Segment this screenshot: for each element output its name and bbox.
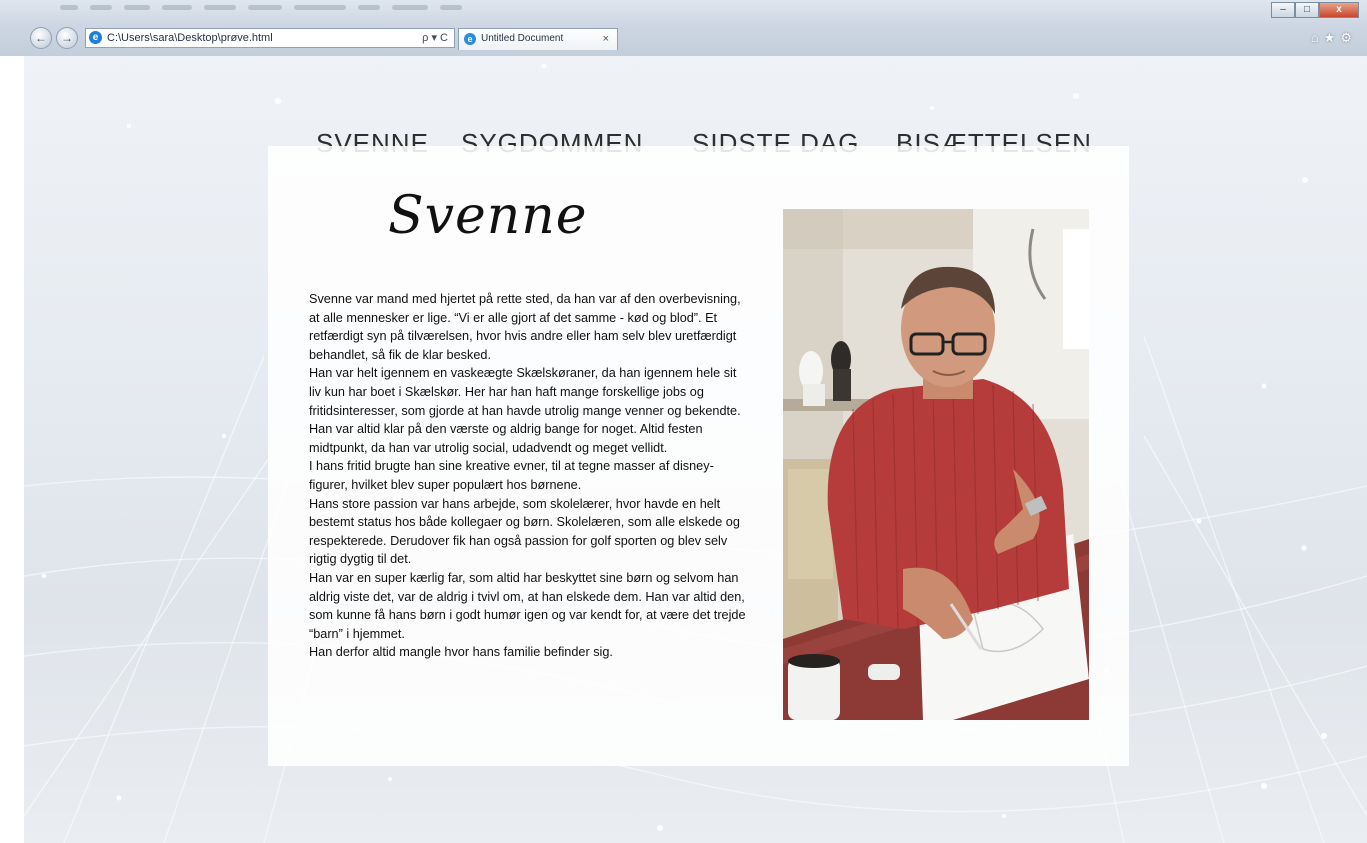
address-url: C:\Users\sara\Desktop\prøve.html [107,32,273,44]
browser-chrome: ← → e C:\Users\sara\Desktop\prøve.html ρ… [0,0,1367,56]
search-refresh-icons[interactable]: ρ ▾ C [422,29,448,47]
forward-button[interactable]: → [56,27,78,49]
bio-paragraph: Han derfor altid mangle hvor hans famili… [309,645,613,660]
tab-title: Untitled Document [481,33,564,44]
biography-text: Svenne var mand med hjertet på rette ste… [309,290,749,662]
portrait-illustration [783,209,1089,720]
bio-paragraph: Han var altid klar på den værste og aldr… [309,422,703,455]
tab-untitled-document[interactable]: e Untitled Document × [458,28,618,50]
minimize-button[interactable]: – [1271,2,1295,18]
menu-bar [60,5,480,17]
close-button[interactable]: x [1319,2,1359,18]
bio-paragraph: Han var en super kærlig far, som altid h… [309,570,746,641]
back-button[interactable]: ← [30,27,52,49]
back-icon: ← [35,31,47,45]
page-heading: Svenne [388,186,588,246]
tab-close-icon[interactable]: × [603,29,609,49]
content-panel: Svenne Svenne var mand med hjertet på re… [268,146,1129,766]
window-controls: – □ x [1271,2,1359,18]
maximize-button[interactable]: □ [1295,2,1319,18]
ie-tab-icon: e [464,33,476,45]
bio-paragraph: Han var helt igennem en vaskeægte Skælsk… [309,366,741,418]
web-page: SVENNE SYGDOMMEN SIDSTE DAG BISÆTTELSEN … [24,56,1367,843]
bio-paragraph: I hans fritid brugte han sine kreative e… [309,459,714,492]
bio-paragraph: Svenne var mand med hjertet på rette ste… [309,292,741,362]
home-favorites-settings-icons[interactable]: ⌂★⚙ [1311,30,1357,46]
ie-page-icon: e [89,31,102,44]
portrait-photo [783,209,1089,720]
address-bar[interactable]: e C:\Users\sara\Desktop\prøve.html ρ ▾ C [85,28,455,48]
forward-icon: → [61,31,73,45]
bio-paragraph: Hans store passion var hans arbejde, som… [309,496,740,567]
